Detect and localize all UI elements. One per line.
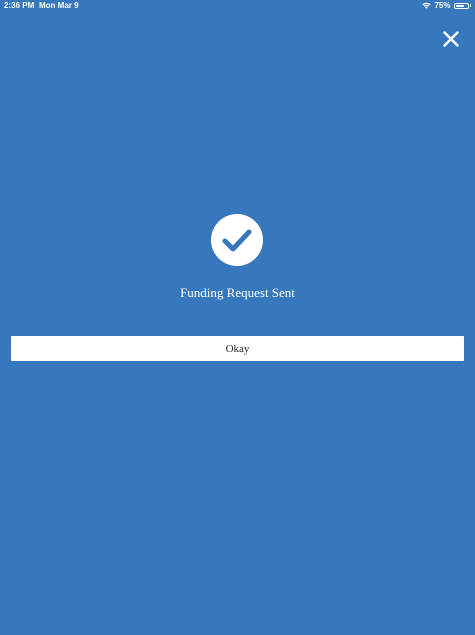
close-icon: [443, 31, 459, 47]
status-bar: 2:36 PM Mon Mar 9 75%: [0, 0, 475, 12]
status-date: Mon Mar 9: [39, 1, 79, 10]
status-indicators: 75%: [422, 1, 471, 10]
battery-fill: [455, 4, 464, 7]
status-time: 2:36 PM: [4, 1, 35, 10]
okay-button[interactable]: Okay: [11, 336, 464, 361]
battery-body: [453, 2, 469, 9]
confirmation-message: Funding Request Sent: [180, 285, 295, 300]
checkmark-icon: [222, 229, 252, 252]
checkmark-circle-icon: [211, 214, 263, 266]
battery-tip: [469, 4, 471, 7]
close-button[interactable]: [438, 26, 464, 52]
battery-icon: [453, 2, 471, 9]
wifi-icon: [422, 2, 432, 9]
battery-percent: 75%: [434, 1, 451, 10]
funding-confirmation-screen: { "status_bar": { "time": "2:36 PM", "da…: [0, 0, 475, 635]
